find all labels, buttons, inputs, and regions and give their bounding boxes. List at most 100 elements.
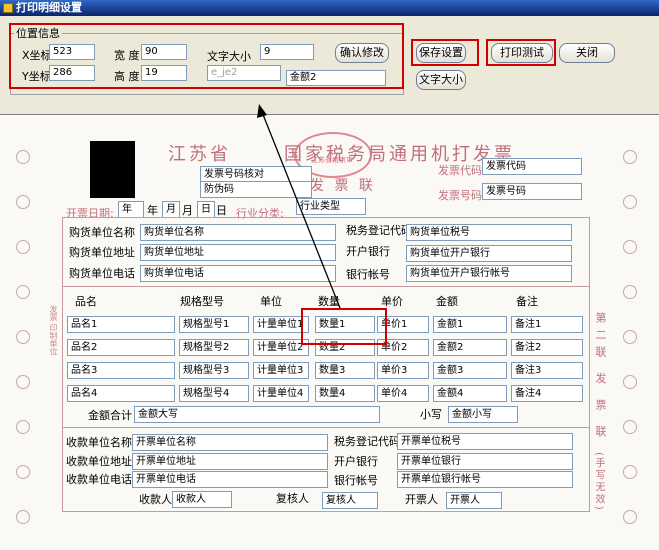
tractor-hole-right [623,465,637,479]
item-name-cell[interactable]: 品名4 [67,385,175,402]
item-qty-cell[interactable]: 数量3 [315,362,375,379]
divider-line [62,286,590,287]
day-unit: 日 [216,204,227,217]
column-header: 备注 [516,295,538,308]
seller-bank-label: 开户银行 [334,455,378,468]
tractor-hole-right [623,510,637,524]
tractor-hole-left [16,375,30,389]
seller-phone-field[interactable]: 开票单位电话 [132,471,328,488]
tractor-hole-right [623,285,637,299]
anti-fake-field[interactable]: 防伪码 [200,181,312,198]
buyer-name-field[interactable]: 购货单位名称 [140,224,336,241]
close-button[interactable]: 关闭 [559,43,615,63]
item-spec-cell[interactable]: 规格型号3 [179,362,249,379]
item-name-cell[interactable]: 品名3 [67,362,175,379]
item-name-cell[interactable]: 品名1 [67,316,175,333]
item-note-cell[interactable]: 备注3 [511,362,583,379]
font-size-button[interactable]: 文字大小 [416,70,466,90]
item-unit-cell[interactable]: 计量单位3 [253,362,309,379]
seller-bank-field[interactable]: 开票单位银行 [397,453,573,470]
item-price-cell[interactable]: 单价4 [377,385,429,402]
column-header: 品名 [75,295,97,308]
item-unit-cell[interactable]: 计量单位4 [253,385,309,402]
issuer-field[interactable]: 开票人 [446,492,502,509]
save-highlight-box [411,39,479,66]
side-lian-text: 第二联 发 票 联 [594,312,607,443]
month-unit: 月 [182,204,193,217]
tractor-hole-left [16,285,30,299]
receiver-field[interactable]: 收款人 [172,491,232,508]
tractor-hole-left [16,465,30,479]
item-amount-cell[interactable]: 金额2 [433,339,507,356]
seller-phone-label: 收款单位电话 [66,473,132,486]
tractor-hole-right [623,420,637,434]
qr-code-block [90,141,135,198]
invoice-province: 江苏省 [168,144,231,165]
column-header: 规格型号 [180,295,224,308]
total-label: 金额合计 [88,409,132,422]
seller-tax-label: 税务登记代码 [334,435,400,448]
tractor-hole-right [623,195,637,209]
day-field[interactable]: 日 [197,201,215,218]
reviewer-label: 复核人 [276,492,309,505]
tractor-hole-left [16,195,30,209]
item-note-cell[interactable]: 备注2 [511,339,583,356]
seller-name-label: 收款单位名称 [66,436,132,449]
seller-addr-field[interactable]: 开票单位地址 [132,453,328,470]
receiver-label: 收款人 [139,493,172,506]
item-spec-cell[interactable]: 规格型号2 [179,339,249,356]
buyer-account-label: 银行帐号 [346,268,390,281]
column-header: 单位 [260,295,282,308]
industry-field[interactable]: 行业类型 [296,198,366,215]
total-upper-field[interactable]: 金额大写 [134,406,380,423]
buyer-bank-field[interactable]: 购货单位开户银行 [406,245,572,262]
buyer-tax-field[interactable]: 购货单位税号 [406,224,572,241]
invoice-lian-title: 发 票 联 [310,178,376,194]
column-header: 单价 [381,295,403,308]
buyer-addr-label: 购货单位地址 [69,246,135,259]
subtotal-label: 小写 [420,408,442,421]
print-test-highlight-box [486,39,556,66]
invoice-no-field[interactable]: 发票号码 [482,183,582,200]
item-note-cell[interactable]: 备注1 [511,316,583,333]
item-amount-cell[interactable]: 金额4 [433,385,507,402]
side-left-text: 发票 印制单位 [49,305,58,356]
tractor-hole-left [16,240,30,254]
item-spec-cell[interactable]: 规格型号1 [179,316,249,333]
item-amount-cell[interactable]: 金额3 [433,362,507,379]
buyer-tax-label: 税务登记代码 [346,224,412,237]
item-price-cell[interactable]: 单价3 [377,362,429,379]
item-amount-cell[interactable]: 金额1 [433,316,507,333]
buyer-phone-label: 购货单位电话 [69,267,135,280]
item-note-cell[interactable]: 备注4 [511,385,583,402]
year-field[interactable]: 年 [118,201,144,218]
tractor-hole-right [623,375,637,389]
quantity-highlight-box [301,308,387,345]
tractor-hole-left [16,150,30,164]
invoice-code-field[interactable]: 发票代码 [482,158,582,175]
month-field[interactable]: 月 [162,201,180,218]
buyer-name-label: 购货单位名称 [69,226,135,239]
seller-account-label: 银行帐号 [334,474,378,487]
seal-text: 江苏省南京市 [311,156,353,164]
reviewer-field[interactable]: 复核人 [322,492,378,509]
buyer-addr-field[interactable]: 购货单位地址 [140,244,336,261]
seller-account-field[interactable]: 开票单位银行帐号 [397,471,573,488]
tractor-hole-right [623,330,637,344]
item-qty-cell[interactable]: 数量4 [315,385,375,402]
subtotal-field[interactable]: 金额小写 [448,406,518,423]
tractor-hole-right [623,150,637,164]
issuer-label: 开票人 [405,493,438,506]
seller-name-field[interactable]: 开票单位名称 [132,434,328,451]
invoice-no-label: 发票号码 [438,189,482,202]
tractor-hole-right [623,240,637,254]
position-highlight-box [9,23,404,89]
buyer-account-field[interactable]: 购货单位开户银行帐号 [406,265,572,282]
window-title-bar: 打印明细设置 [0,0,659,16]
item-spec-cell[interactable]: 规格型号4 [179,385,249,402]
seller-tax-field[interactable]: 开票单位税号 [397,433,573,450]
tractor-hole-left [16,420,30,434]
buyer-phone-field[interactable]: 购货单位电话 [140,265,336,282]
column-header: 数量 [318,295,340,308]
item-name-cell[interactable]: 品名2 [67,339,175,356]
